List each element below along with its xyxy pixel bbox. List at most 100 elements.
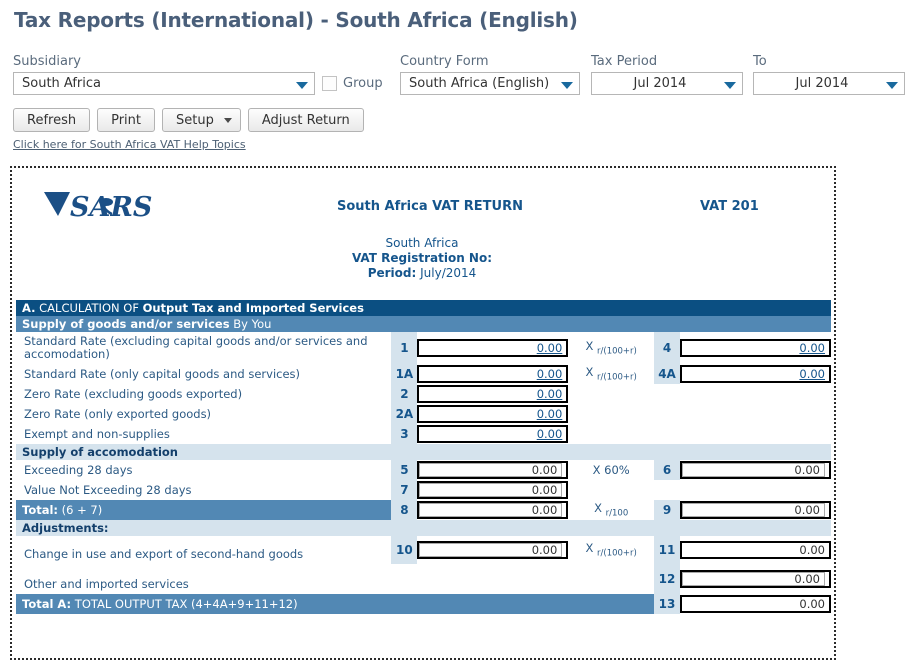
row-number-10: 10 [391,536,418,564]
chevron-down-icon [886,81,898,89]
row-value-cell-empty-3 [680,424,831,444]
row-value-cell-3: 0.00 [417,424,569,444]
row-value-12[interactable]: 0.00 [681,572,825,586]
row-value-1a[interactable]: 0.00 [537,367,563,381]
row-value-6[interactable]: 0.00 [681,463,825,477]
adjustments-header-row: Adjustments: [16,520,831,536]
chevron-down-icon [724,81,736,89]
row-value-cell-empty-2a [680,404,831,424]
vat-help-link[interactable]: Click here for South Africa VAT Help Top… [13,138,246,151]
row-value-cell-10: 0.00 [417,536,569,564]
row-number-1: 1 [391,332,418,364]
adjust-return-button[interactable]: Adjust Return [247,108,364,132]
vat-return-table: A. CALCULATION OF Output Tax and Importe… [16,300,831,614]
row-value-4a[interactable]: 0.00 [799,367,825,381]
mult-expr-1: r/(100+r) [597,346,637,357]
row-value-2[interactable]: 0.00 [537,387,563,401]
row-label-2a: Zero Rate (only exported goods) [24,406,212,421]
row-number-6: 6 [654,460,680,480]
accommodation-header: Supply of accomodation [16,444,831,460]
country-form-select[interactable]: South Africa (English) [400,72,580,95]
setup-button-label: Setup [176,112,214,128]
row-input-4a[interactable]: 0.00 [679,365,831,383]
mult-x: X [585,365,594,380]
table-row: Value Not Exceeding 28 days 7 0.00 [16,480,831,500]
to-select[interactable]: Jul 2014 [753,72,905,95]
row-input-10[interactable]: 0.00 [417,541,569,559]
row-input-7[interactable]: 0.00 [417,481,569,499]
filter-bar: Subsidiary South Africa Group Country Fo… [0,54,916,151]
row-value-2a[interactable]: 0.00 [537,407,563,421]
total-a-rest: TOTAL OUTPUT TAX (4+4A+9+11+12) [71,597,298,611]
total-row-bold: Total: [22,503,59,517]
row-input-6[interactable]: 0.00 [679,461,831,479]
row-label-10: Change in use and export of second-hand … [24,547,304,561]
row-value-5[interactable]: 0.00 [419,463,563,477]
row-number-empty-7 [654,480,680,500]
row-number-empty-2 [654,384,680,404]
row-value-10[interactable]: 0.00 [419,543,563,557]
row-input-8[interactable]: 0.00 [417,501,569,519]
vat-form-frame: SARS South Africa VAT RETURN VAT 201 Sou… [10,166,836,660]
mult-x: X [585,339,594,354]
tax-period-field: Tax Period Jul 2014 [591,54,743,95]
row-value-1[interactable]: 0.00 [537,341,563,355]
row-input-3[interactable]: 0.00 [417,425,569,443]
tax-period-value: Jul 2014 [633,76,687,91]
row-value-13: 0.00 [799,597,825,611]
row-number-4a: 4A [654,364,680,384]
row-value-cell-13: 0.00 [679,594,831,614]
adjustments-header: Adjustments: [16,520,831,536]
row-input-11[interactable]: 0.00 [679,541,831,559]
row-input-1[interactable]: 0.00 [417,339,569,357]
supply-goods-bold: Supply of goods and/or services [22,317,230,331]
row-number-8: 8 [391,500,418,520]
row-input-9[interactable]: 0.00 [679,501,831,519]
toolbar: Refresh Print Setup Adjust Return [13,108,364,132]
mult-x: X [585,541,594,556]
table-row: Exceeding 28 days 5 0.00 X 60% 6 0.00 [16,460,831,480]
row-label-1: Standard Rate (excluding capital goods a… [24,334,368,361]
refresh-button[interactable]: Refresh [13,108,91,132]
row-number-3: 3 [391,424,418,444]
form-country: South Africa [385,236,459,250]
country-form-value: South Africa (English) [409,76,550,91]
row-input-2a[interactable]: 0.00 [417,405,569,423]
form-subheader: South Africa VAT Registration No: Period… [282,236,562,281]
row-value-cell-5: 0.00 [417,460,569,480]
to-label: To [753,54,767,69]
row-value-cell-7: 0.00 [417,480,569,500]
row-multiplier-2 [568,384,654,404]
row-value-9[interactable]: 0.00 [681,503,825,517]
row-input-5[interactable]: 0.00 [417,461,569,479]
svg-text:SARS: SARS [70,192,152,223]
mult-x: X [594,501,602,516]
table-row: Zero Rate (only exported goods) 2A 0.00 [16,404,831,424]
row-value-8[interactable]: 0.00 [419,503,563,517]
row-value-cell-8: 0.00 [417,500,569,520]
row-input-4[interactable]: 0.00 [679,339,831,357]
subsidiary-value: South Africa [22,76,101,91]
total-a-label: Total A: TOTAL OUTPUT TAX (4+4A+9+11+12) [16,594,655,614]
tax-period-select[interactable]: Jul 2014 [591,72,743,95]
row-input-2[interactable]: 0.00 [417,385,569,403]
subsidiary-select[interactable]: South Africa [13,72,315,95]
row-number-empty-3 [654,424,680,444]
row-label-5: Exceeding 28 days [24,462,133,477]
page-title: Tax Reports (International) - South Afri… [14,8,578,32]
table-row: Standard Rate (only capital goods and se… [16,364,831,384]
row-input-13[interactable]: 0.00 [679,595,831,613]
row-value-3[interactable]: 0.00 [537,427,563,441]
print-button[interactable]: Print [97,108,155,132]
group-checkbox-wrap[interactable]: Group [322,76,383,91]
supply-goods-header: Supply of goods and/or services By You [16,316,831,332]
row-label-1a: Standard Rate (only capital goods and se… [24,366,301,381]
row-input-12[interactable]: 0.00 [679,570,831,588]
setup-button[interactable]: Setup [162,108,241,132]
row-value-cell-2: 0.00 [417,384,569,404]
row-value-7[interactable]: 0.00 [419,483,563,497]
row-input-1a[interactable]: 0.00 [417,365,569,383]
group-checkbox[interactable] [322,76,337,91]
row-value-4[interactable]: 0.00 [799,341,825,355]
row-number-1a: 1A [391,364,418,384]
